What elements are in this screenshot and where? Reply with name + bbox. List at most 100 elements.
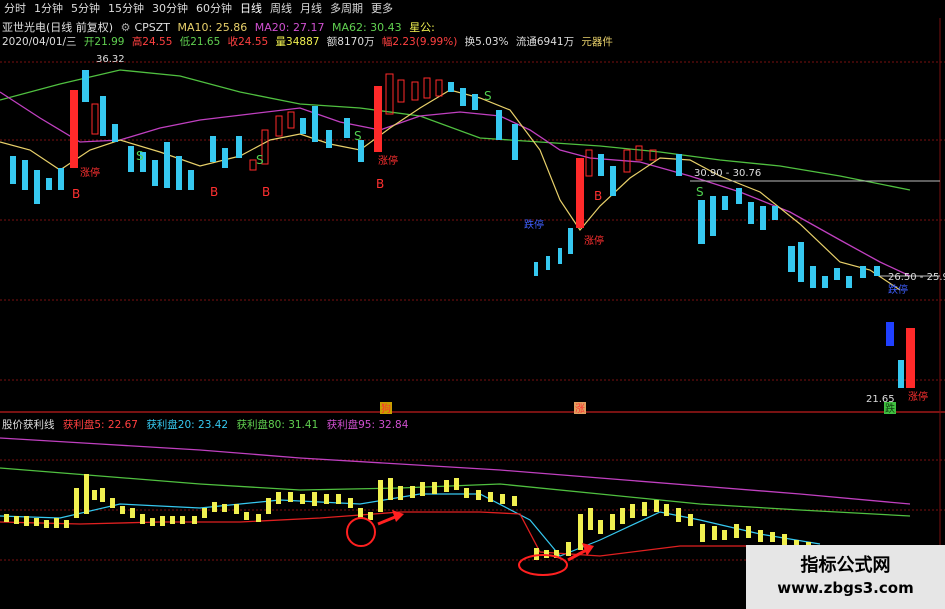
highlight-circle [346, 517, 376, 547]
chart-canvas[interactable]: 36.32 21.65 30.90 - 30.76 26.50 - 25.9 涨… [0, 0, 945, 609]
candle [585, 149, 593, 177]
candle [822, 276, 828, 288]
candle [610, 166, 616, 196]
ma10-line [0, 89, 901, 291]
candle [798, 242, 804, 282]
watermark-box: 指标公式网 www.zbgs3.com [746, 545, 945, 609]
candle [496, 110, 502, 140]
candle [898, 360, 904, 388]
profit95-value: 获利盘95: 32.84 [326, 419, 409, 431]
arrow-head [582, 543, 594, 556]
limit-up-mark: 涨停 [908, 390, 928, 403]
candle [722, 196, 728, 210]
candle [100, 96, 106, 136]
candle [710, 196, 716, 236]
candle [58, 168, 64, 190]
candle [860, 266, 866, 278]
event-marker-left-label: 狗 [381, 402, 391, 415]
candle [846, 276, 852, 288]
candle-limit-up [374, 86, 382, 152]
candle [423, 77, 431, 99]
candle [874, 266, 880, 276]
profit20-value: 获利盘20: 23.42 [146, 419, 229, 431]
candle [287, 111, 295, 129]
candle [568, 228, 573, 254]
limit-up-mark: 涨停 [80, 166, 100, 179]
candle [760, 206, 766, 230]
limit-down-mark: 跌停 [524, 218, 544, 231]
candle [834, 268, 840, 280]
watermark-url: www.zbgs3.com [777, 579, 914, 597]
limit-up-mark: 涨停 [584, 234, 604, 247]
right-price-label: 26.50 - 25.9 [888, 272, 945, 283]
candle [344, 118, 350, 138]
limit-up-mark: 涨停 [378, 154, 398, 167]
candle [312, 106, 318, 142]
range-label: 30.90 - 30.76 [694, 168, 761, 179]
candle [222, 148, 228, 168]
candle [546, 256, 550, 270]
candle [635, 145, 643, 161]
candle [460, 88, 466, 106]
candle [676, 154, 682, 176]
candle [152, 160, 158, 186]
sell-signal: S [354, 129, 362, 143]
candle [164, 142, 170, 188]
watermark-title: 指标公式网 [800, 555, 891, 576]
chip-bars [4, 474, 811, 560]
buy-signal: B [72, 187, 80, 201]
candle [448, 82, 454, 92]
candle-limit-down [886, 322, 894, 346]
candle [385, 73, 394, 115]
limit-down-mark: 跌停 [888, 283, 908, 296]
candle [534, 262, 538, 276]
buy-signal: B [594, 189, 602, 203]
candle [558, 248, 562, 264]
candle [236, 136, 242, 158]
profit5-line [0, 511, 821, 557]
candle [748, 202, 754, 224]
candle [411, 81, 419, 101]
buy-signal: B [210, 185, 218, 199]
candle [810, 266, 816, 288]
sell-signal: S [484, 89, 492, 103]
candle [34, 170, 40, 204]
sell-signal: S [256, 153, 264, 167]
candle [300, 118, 306, 134]
candle [210, 136, 216, 162]
candle [435, 79, 443, 97]
buy-signal: B [376, 177, 384, 191]
candle [358, 140, 364, 162]
sell-signal: S [696, 185, 704, 199]
sub-indicator-name[interactable]: 股价获利线 [2, 419, 55, 431]
candle [598, 154, 604, 176]
candle [176, 156, 182, 190]
high-price-label: 36.32 [96, 54, 125, 65]
candle [698, 200, 705, 244]
event-marker-fall-label: 跌 [885, 402, 895, 415]
candle [91, 103, 99, 135]
candle [22, 160, 28, 190]
candle [326, 130, 332, 148]
candles [10, 70, 915, 388]
buy-signal: B [262, 185, 270, 199]
candle [512, 124, 518, 160]
event-marker-rise-label: 涨 [575, 403, 585, 415]
ma62-line [0, 69, 911, 191]
candle [46, 178, 52, 190]
candle-limit-up [906, 328, 915, 388]
candle [772, 206, 778, 220]
profit80-value: 获利盘80: 31.41 [236, 419, 319, 431]
highlight-circle [518, 554, 568, 576]
candle-limit-up [576, 158, 584, 228]
sell-signal: S [136, 149, 144, 163]
candle [10, 156, 16, 184]
candle [472, 94, 478, 110]
candle-limit-up [70, 90, 78, 168]
candle [736, 188, 742, 204]
candle [397, 79, 405, 103]
candle [82, 70, 89, 102]
sub-indicator-legend: 股价获利线 获利盘5: 22.67 获利盘20: 23.42 获利盘80: 31… [2, 417, 413, 432]
candle [275, 115, 283, 137]
candle [188, 170, 194, 190]
